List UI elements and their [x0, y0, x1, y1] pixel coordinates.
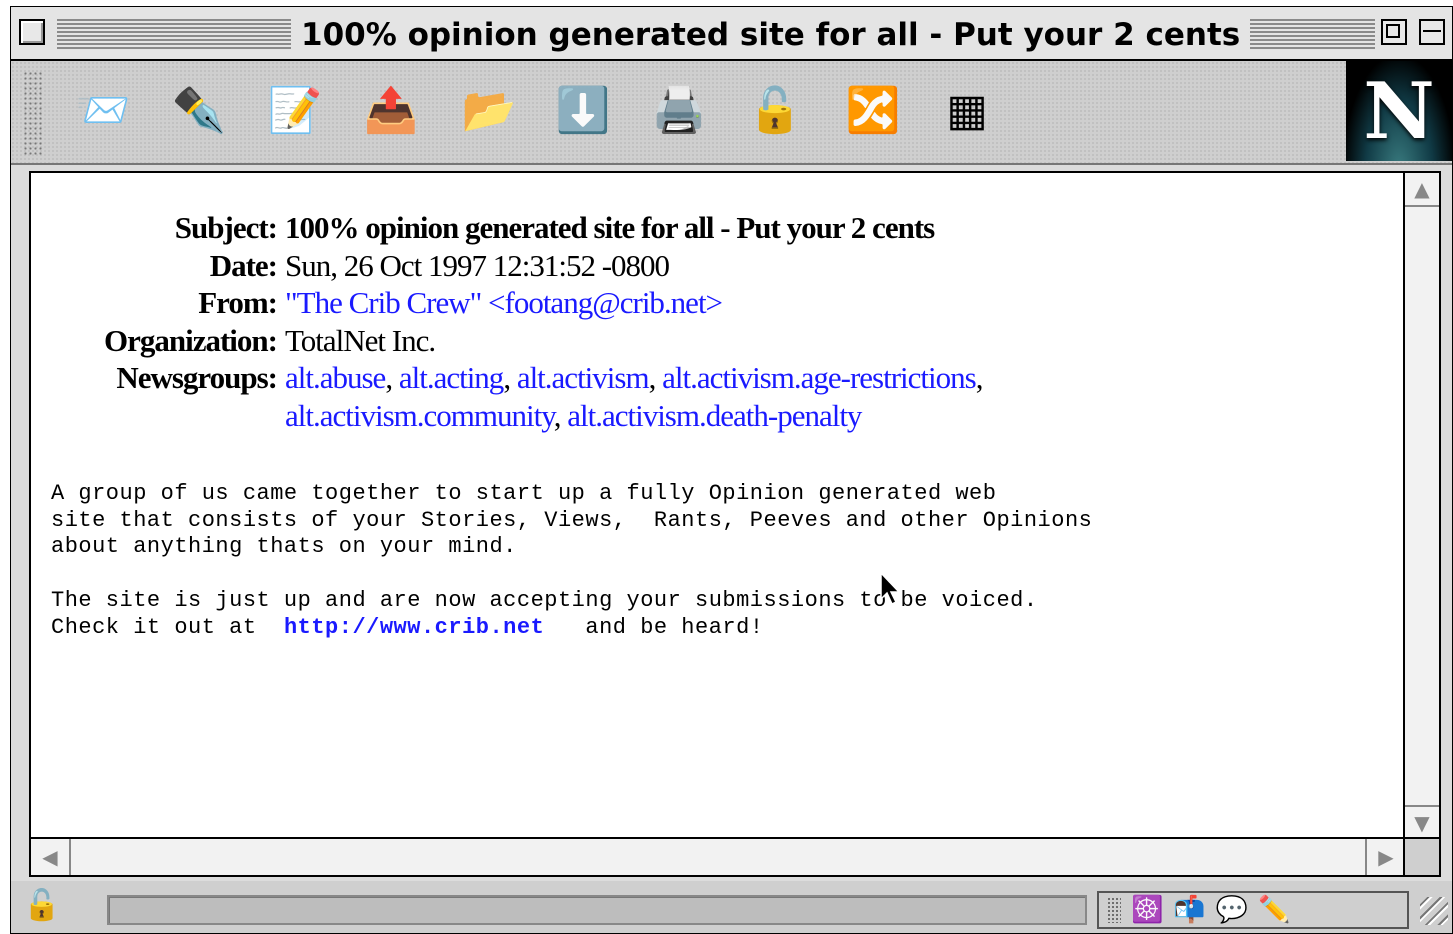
compose-button[interactable]: ✒️: [167, 79, 231, 143]
newsgroups-label-spacer: [65, 397, 285, 435]
mail-icon[interactable]: 📬: [1173, 897, 1205, 923]
header-organization: Organization: TotalNet Inc.: [65, 322, 982, 360]
toolbar: 📨 ✒️ 📝 📤 📂 ⬇️ 🖨️ 🔓 🔀 ▦ N: [11, 61, 1452, 165]
status-bar: 🔓 ☸️ 📬 💬 ✏️: [11, 881, 1452, 933]
header-subject: Subject: 100% opinion generated site for…: [65, 209, 982, 247]
resize-grip[interactable]: [1420, 897, 1448, 925]
scroll-corner: [1403, 837, 1439, 875]
subject-value: 100% opinion generated site for all - Pu…: [285, 210, 935, 245]
body-line: about anything thats on your mind.: [51, 534, 517, 560]
stop-button[interactable]: ▦: [935, 79, 999, 143]
message-headers: Subject: 100% opinion generated site for…: [65, 209, 983, 435]
message-pane: Subject: 100% opinion generated site for…: [29, 171, 1441, 877]
newsgroups-label: Newsgroups:: [116, 360, 278, 395]
file-icon: 📂: [461, 86, 517, 135]
body-url-link[interactable]: http://www.crib.net: [284, 615, 544, 640]
date-label: Date:: [209, 247, 278, 283]
mouse-pointer-icon: [880, 571, 901, 606]
scroll-right-arrow-icon[interactable]: ▶: [1365, 839, 1405, 875]
header-date: Date: Sun, 26 Oct 1997 12:31:52 -0800: [65, 247, 982, 285]
get-mail-icon: 📨: [75, 86, 131, 135]
horizontal-scrollbar[interactable]: ◀ ▶: [31, 837, 1405, 875]
message-body: A group of us came together to start up …: [51, 481, 1092, 641]
body-line-prefix: Check it out at: [51, 614, 284, 640]
header-from: From: "The Crib Crew" <footang@crib.net>: [65, 284, 982, 322]
subject-label: Subject:: [174, 210, 278, 245]
scroll-down-arrow-icon[interactable]: ▼: [1405, 805, 1439, 839]
newsgroup-link[interactable]: alt.acting: [399, 360, 504, 395]
get-mail-button[interactable]: 📨: [71, 79, 135, 143]
scroll-left-arrow-icon[interactable]: ◀: [31, 839, 71, 875]
vertical-scrollbar[interactable]: ▲ ▼: [1403, 173, 1439, 839]
mark-button[interactable]: 🔀: [841, 79, 905, 143]
status-text: [107, 895, 1087, 925]
composer-icon[interactable]: ✏️: [1258, 897, 1290, 923]
newsgroup-link[interactable]: alt.activism.death-penalty: [567, 398, 862, 433]
organization-value: TotalNet Inc.: [285, 322, 436, 358]
next-button[interactable]: ⬇️: [551, 79, 615, 143]
netscape-logo-letter: N: [1363, 65, 1435, 157]
scroll-up-arrow-icon[interactable]: ▲: [1405, 173, 1439, 207]
forward-button[interactable]: 📤: [359, 79, 423, 143]
file-button[interactable]: 📂: [457, 79, 521, 143]
newsgroup-link[interactable]: alt.abuse: [285, 360, 386, 395]
security-button[interactable]: 🔓: [743, 79, 807, 143]
toolbar-grip[interactable]: [23, 71, 43, 155]
mark-icon: 🔀: [845, 86, 901, 135]
body-line: A group of us came together to start up …: [51, 481, 997, 506]
header-newsgroups: Newsgroups: alt.abuse, alt.acting, alt.a…: [65, 359, 983, 397]
security-icon: 🔓: [747, 86, 803, 135]
component-bar: ☸️ 📬 💬 ✏️: [1097, 891, 1409, 929]
zoom-box[interactable]: [1381, 19, 1407, 45]
newsgroup-link[interactable]: alt.activism.age-restrictions: [662, 360, 977, 395]
title-bar[interactable]: 100% opinion generated site for all - Pu…: [11, 7, 1452, 61]
navigator-icon[interactable]: ☸️: [1131, 897, 1163, 923]
next-icon: ⬇️: [555, 86, 611, 135]
header-newsgroups-cont: alt.activism.community, alt.activism.dea…: [65, 397, 982, 435]
stop-icon: ▦: [946, 86, 988, 135]
close-box[interactable]: [19, 19, 45, 45]
organization-label: Organization:: [104, 322, 278, 358]
newsgroups-list-cont: alt.activism.community, alt.activism.dea…: [285, 397, 862, 433]
newsgroups-icon[interactable]: 💬: [1216, 897, 1248, 923]
component-bar-grip[interactable]: [1107, 897, 1121, 923]
from-link[interactable]: "The Crib Crew" <footang@crib.net>: [285, 284, 723, 322]
print-button[interactable]: 🖨️: [647, 79, 711, 143]
from-label: From:: [198, 285, 278, 320]
netscape-logo[interactable]: N: [1346, 61, 1452, 161]
body-line: site that consists of your Stories, View…: [51, 507, 1093, 533]
unlocked-padlock-icon[interactable]: 🔓: [23, 891, 60, 921]
reply-button[interactable]: 📝: [263, 79, 327, 143]
newsgroup-link[interactable]: alt.activism: [517, 360, 650, 395]
browser-window: 100% opinion generated site for all - Pu…: [10, 6, 1453, 934]
collapse-box[interactable]: [1419, 19, 1445, 45]
newsgroup-link[interactable]: alt.activism.community: [285, 398, 555, 433]
forward-icon: 📤: [363, 86, 419, 135]
reply-icon: 📝: [267, 86, 323, 135]
newsgroups-list: alt.abuse, alt.acting, alt.activism, alt…: [285, 360, 983, 395]
body-line-suffix: and be heard!: [544, 614, 764, 640]
window-title: 100% opinion generated site for all - Pu…: [291, 15, 1251, 55]
date-value: Sun, 26 Oct 1997 12:31:52 -0800: [285, 247, 670, 283]
print-icon: 🖨️: [651, 86, 707, 135]
compose-icon: ✒️: [171, 86, 227, 135]
